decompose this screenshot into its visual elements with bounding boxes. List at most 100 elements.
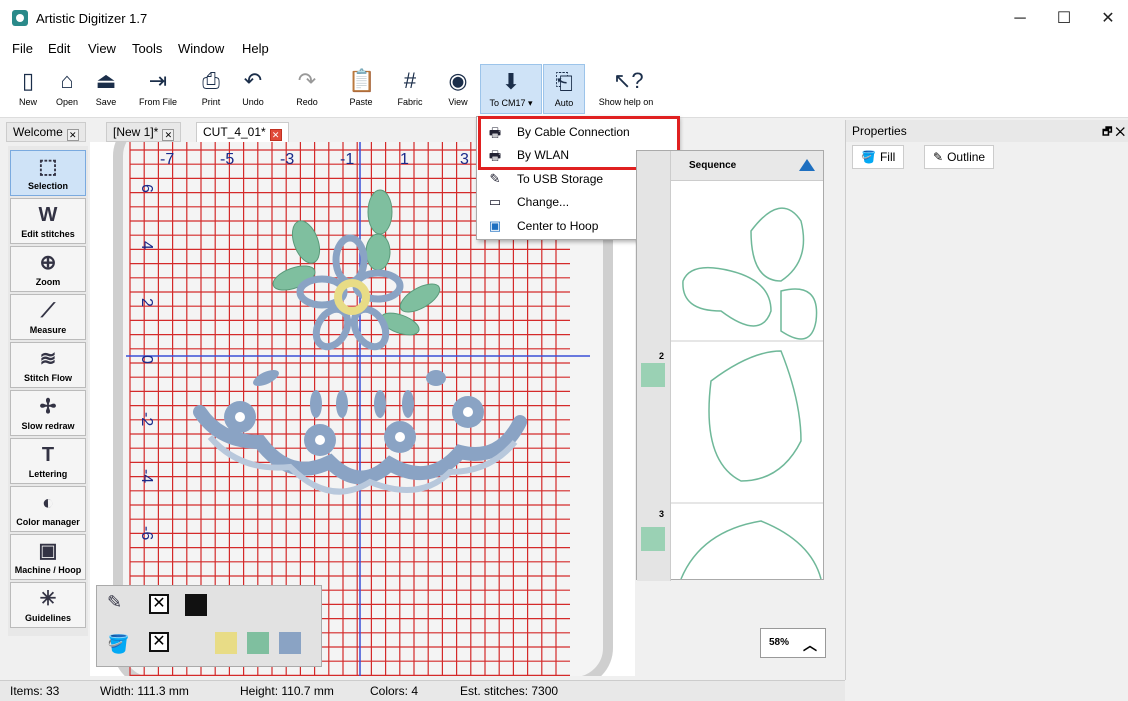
tool-measure[interactable]: ⟋ Measure	[10, 294, 86, 340]
sequence-color-column: 2 3	[637, 151, 671, 581]
undo-button[interactable]: ↶ Undo	[232, 64, 274, 114]
send-to-machine-icon: ⬇	[501, 69, 521, 94]
panel-controls[interactable]: 🗗 ✕	[1102, 123, 1125, 142]
menu-window[interactable]: Window	[178, 41, 224, 56]
thread-color-swatch[interactable]	[247, 632, 269, 654]
tool-slow-redraw[interactable]: ✢ Slow redraw	[10, 390, 86, 436]
save-icon: ⏏	[95, 68, 117, 93]
x-ruler-label: -1	[340, 151, 354, 168]
leaf	[367, 189, 393, 235]
tool-color-manager[interactable]: ◐ Color manager	[10, 486, 86, 532]
tab-welcome[interactable]: Welcome ✕	[6, 122, 86, 142]
tool-guidelines[interactable]: ✳ Guidelines	[10, 582, 86, 628]
y-ruler-label: 4	[138, 241, 155, 250]
view-button[interactable]: ◉ View	[440, 64, 476, 114]
thumbnail-shape	[682, 207, 818, 340]
tool-palette: ⬚ Selection W Edit stitches ⊕ Zoom ⟋ Measure…	[8, 146, 88, 636]
printer-icon: ⎙	[202, 68, 220, 93]
y-ruler-label: -6	[138, 526, 155, 540]
show-help-button[interactable]: ↖? Show help on	[594, 64, 658, 114]
sequence-panel: 2 3 Sequence	[636, 150, 824, 581]
measure-icon: ⟋	[41, 300, 55, 322]
outline-color-swatch[interactable]	[185, 594, 207, 616]
minimize-button[interactable]: ─	[1000, 6, 1040, 32]
stitch-flow-icon: ≋	[39, 348, 57, 370]
edit-stitches-icon: W	[38, 204, 58, 226]
tool-edit-stitches[interactable]: W Edit stitches	[10, 198, 86, 244]
tab-fill[interactable]: 🪣 Fill	[852, 145, 905, 169]
properties-panel: Properties 🗗 ✕ 🪣 Fill ✎ Outline	[845, 120, 1128, 680]
send-to-machine-button[interactable]: ⬇ To CM17 ▾	[480, 64, 542, 114]
menu-bar: File Edit View Tools Window Help	[0, 38, 1128, 60]
x-ruler-label: -7	[160, 151, 174, 168]
x-ruler-label: 1	[400, 151, 409, 168]
no-outline-swatch[interactable]: ✕	[149, 594, 169, 614]
status-colors: Colors: 4	[370, 684, 419, 698]
new-file-icon: ▯	[21, 68, 35, 93]
sequence-color-swatch[interactable]	[641, 527, 665, 551]
maximize-button[interactable]: ☐	[1044, 6, 1084, 32]
thumbnail-shape	[680, 520, 822, 579]
selection-icon: ⬚	[38, 156, 58, 178]
zoom-level-control[interactable]: 58% ︿	[760, 628, 826, 658]
sequence-number: 2	[659, 351, 665, 361]
paste-button[interactable]: 📋 Paste	[344, 64, 378, 114]
auto-icon: ⎗	[555, 69, 573, 94]
tool-selection[interactable]: ⬚ Selection	[10, 150, 86, 196]
menu-file[interactable]: File	[12, 41, 33, 56]
y-ruler-label: -2	[138, 412, 155, 426]
print-button[interactable]: ⎙ Print	[194, 64, 228, 114]
status-width: Width: 111.3 mm	[100, 684, 189, 698]
new-button[interactable]: ▯ New	[12, 64, 44, 114]
sequence-color-swatch[interactable]	[641, 363, 665, 387]
outline-pen-icon[interactable]: ✎	[107, 592, 122, 613]
paste-icon: 📋	[348, 68, 376, 93]
y-ruler-label: 2	[138, 298, 155, 307]
tool-lettering[interactable]: T Lettering	[10, 438, 86, 484]
fabric-button[interactable]: # Fabric	[390, 64, 430, 114]
fabric-icon: #	[403, 68, 417, 93]
close-tab-icon[interactable]: ✕	[269, 129, 282, 141]
thread-color-swatch[interactable]	[215, 632, 237, 654]
center-hoop-icon: ▣	[488, 218, 502, 233]
close-tab-icon[interactable]: ✕	[162, 129, 175, 141]
y-ruler-label: 0	[138, 355, 155, 364]
save-button[interactable]: ⏏ Save	[90, 64, 122, 114]
thread-color-swatch[interactable]	[279, 632, 301, 654]
redo-button[interactable]: ↷ Redo	[286, 64, 328, 114]
lettering-icon: T	[41, 444, 55, 466]
tool-stitch-flow[interactable]: ≋ Stitch Flow	[10, 342, 86, 388]
open-button[interactable]: ⌂ Open	[50, 64, 84, 114]
document-tabs: Welcome ✕ [New 1]* ✕ CUT_4_01* ✕	[0, 120, 845, 142]
window-title: Artistic Digitizer 1.7	[36, 11, 148, 26]
y-ruler-label: 6	[138, 184, 155, 193]
sequence-header: Sequence	[671, 151, 823, 181]
menu-edit[interactable]: Edit	[48, 41, 70, 56]
menu-view[interactable]: View	[88, 41, 116, 56]
chevron-up-icon[interactable]: ︿	[803, 635, 817, 655]
zoom-icon: ⊕	[39, 252, 57, 274]
slow-redraw-icon: ✢	[39, 396, 57, 418]
sequence-thumbnails[interactable]	[671, 181, 823, 579]
title-bar: Artistic Digitizer 1.7 ─ ☐ ✕	[0, 0, 1128, 38]
fill-bucket-icon[interactable]: 🪣	[107, 634, 129, 655]
zoom-level: 58%	[769, 637, 790, 648]
tab-outline[interactable]: ✎ Outline	[924, 145, 995, 169]
tab-new-1[interactable]: [New 1]* ✕	[106, 122, 182, 142]
help-pointer-icon: ↖?	[613, 68, 644, 93]
tab-cut-4-01[interactable]: CUT_4_01* ✕	[196, 122, 289, 142]
properties-header: Properties 🗗 ✕	[846, 120, 1128, 142]
tool-machine-hoop[interactable]: ▣ Machine / Hoop	[10, 534, 86, 580]
auto-button[interactable]: ⎗ Auto	[543, 64, 585, 114]
status-items: Items: 33	[10, 684, 60, 698]
y-ruler-label: -4	[138, 469, 155, 483]
no-fill-swatch[interactable]: ✕	[149, 632, 169, 652]
from-file-button[interactable]: ⇥ From File	[132, 64, 184, 114]
hoop-icon: ▣	[38, 540, 58, 562]
menu-help[interactable]: Help	[242, 41, 269, 56]
menu-tools[interactable]: Tools	[132, 41, 162, 56]
tool-zoom[interactable]: ⊕ Zoom	[10, 246, 86, 292]
close-button[interactable]: ✕	[1088, 6, 1128, 32]
scroll-up-icon[interactable]	[799, 159, 815, 171]
close-tab-icon[interactable]: ✕	[66, 129, 79, 141]
